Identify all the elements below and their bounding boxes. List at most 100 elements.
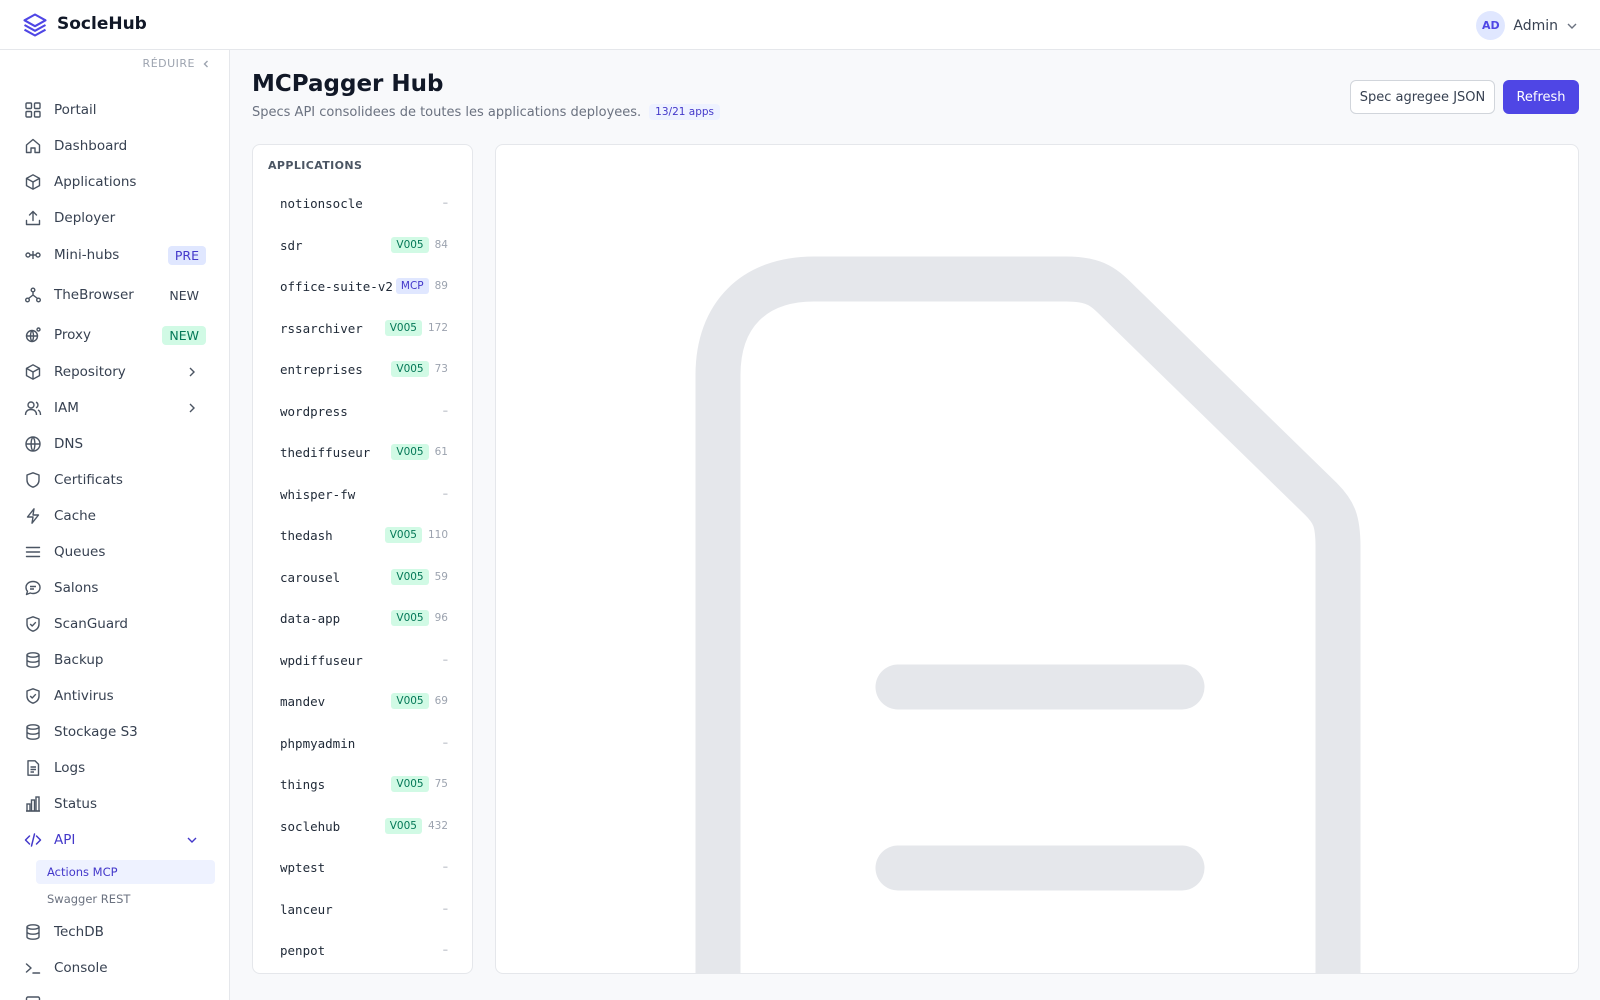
application-row[interactable]: rssarchiver V005 172 [280, 317, 448, 339]
sidebar-item-applications[interactable]: Applications [24, 170, 206, 194]
endpoint-count: – [442, 488, 448, 500]
endpoint-count: 432 [427, 820, 448, 832]
application-row[interactable]: thediffuseur V005 61 [280, 441, 448, 463]
brand-name[interactable]: SocleHub [57, 14, 147, 34]
sidebar-item-deployer[interactable]: Deployer [24, 206, 206, 230]
version-badge: V005 [391, 361, 429, 377]
proxy-icon [25, 327, 41, 343]
sidebar-item-label: Certificats [54, 472, 123, 488]
application-row[interactable]: sdr V005 84 [280, 234, 448, 256]
sidebar-item-console[interactable]: Console [24, 956, 206, 980]
sidebar-item-label: Portail [54, 102, 97, 118]
sidebar-item-repository[interactable]: Repository [24, 360, 206, 384]
application-meta: – [443, 861, 448, 873]
sidebar-item-label: TechDB [54, 924, 104, 940]
application-meta: V005 73 [391, 361, 448, 377]
application-row[interactable]: wordpress – [280, 400, 448, 422]
sidebar-item-api[interactable]: API [24, 828, 206, 852]
collapse-sidebar-button[interactable]: RÉDUIRE [143, 57, 211, 70]
refresh-button[interactable]: Refresh [1503, 80, 1579, 114]
cube-icon [25, 174, 41, 190]
application-row[interactable]: carousel V005 59 [280, 566, 448, 588]
application-row[interactable]: phpmyadmin – [280, 732, 448, 754]
user-menu[interactable]: AD Admin [1476, 11, 1578, 40]
sidebar-item-label: Stockage S3 [54, 724, 138, 740]
application-name: soclehub [280, 818, 341, 834]
application-row[interactable]: things V005 75 [280, 773, 448, 795]
applications-heading: APPLICATIONS [268, 159, 363, 172]
application-name: carousel [280, 569, 341, 585]
application-row[interactable]: soclehub V005 432 [280, 815, 448, 837]
sidebar-item-queues[interactable]: Queues [24, 540, 206, 564]
sidebar-subitem-actions-mcp[interactable]: Actions MCP [36, 860, 215, 884]
sidebar-item-stockage-s3[interactable]: Stockage S3 [24, 720, 206, 744]
spec-json-button[interactable]: Spec agregee JSON [1350, 80, 1495, 114]
application-name: entreprises [280, 361, 363, 377]
sidebar-item-label: Repository [54, 364, 126, 380]
page-subtitle-text: Specs API consolidees de toutes les appl… [252, 104, 642, 120]
apps-count-badge: 13/21 apps [649, 104, 721, 120]
application-row[interactable]: wptest – [280, 856, 448, 878]
application-row[interactable]: data-app V005 96 [280, 607, 448, 629]
sidebar-item-techdb[interactable]: TechDB [24, 920, 206, 944]
sidebar-item-label: Cache [54, 508, 96, 524]
sidebar-item-label: Queues [54, 544, 106, 560]
page-subtitle: Specs API consolidees de toutes les appl… [252, 104, 721, 120]
sidebar-item-label: Dashboard [54, 138, 128, 154]
sidebar-item-cache[interactable]: Cache [24, 504, 206, 528]
globe-icon [25, 436, 41, 452]
sidebar-item-mini-hubs[interactable]: Mini-hubs PRE [24, 243, 206, 267]
chat-icon [25, 580, 41, 596]
application-row[interactable]: entreprises V005 73 [280, 358, 448, 380]
application-name: mandev [280, 693, 326, 709]
sidebar-item-salons[interactable]: Salons [24, 576, 206, 600]
sidebar-item-thebrowser[interactable]: TheBrowser NEW [24, 283, 206, 307]
sidebar-item-certificats[interactable]: Certificats [24, 468, 206, 492]
application-row[interactable]: penpot – [280, 939, 448, 961]
endpoint-count: – [442, 861, 448, 873]
sidebar-item-scanguard[interactable]: ScanGuard [24, 612, 206, 636]
sidebar-item-dashboard[interactable]: Dashboard [24, 134, 206, 158]
application-meta: V005 110 [384, 527, 448, 543]
sidebar-item-portail[interactable]: Portail [24, 98, 206, 122]
sidebar-item-dns[interactable]: DNS [24, 432, 206, 456]
sidebar-item-label: API [54, 832, 76, 848]
version-badge: V005 [391, 610, 429, 626]
endpoint-count: – [442, 405, 448, 417]
chevron-left-icon [203, 60, 208, 67]
sidebar-item-label: Antivirus [54, 688, 114, 704]
sidebar-item-status[interactable]: Status [24, 792, 206, 816]
endpoint-count: 73 [434, 363, 448, 375]
application-row[interactable]: whisper-fw – [280, 483, 448, 505]
stack-logo-icon[interactable] [21, 11, 49, 39]
application-meta: – [443, 488, 448, 500]
sidebar-item-antivirus[interactable]: Antivirus [24, 684, 206, 708]
sidebar-item-label: Mini-hubs [54, 247, 120, 263]
sidebar-item-label: Status [54, 796, 98, 812]
shield-icon [26, 472, 40, 488]
endpoint-count: – [442, 654, 448, 666]
application-row[interactable]: mandev V005 69 [280, 690, 448, 712]
upload-icon [25, 210, 41, 226]
application-name: office-suite-v2 [280, 278, 393, 294]
application-row[interactable]: lanceur – [280, 898, 448, 920]
application-name: lanceur [280, 901, 333, 917]
sidebar-item-iam[interactable]: IAM [24, 396, 206, 420]
application-row[interactable]: notionsocle – [280, 192, 448, 214]
application-row[interactable]: office-suite-v2 MCP 89 [280, 275, 448, 297]
box-icon [25, 996, 41, 1000]
home-icon [25, 138, 41, 154]
sidebar-item-partial[interactable] [24, 990, 206, 1000]
application-row[interactable]: wpdiffuseur – [280, 649, 448, 671]
top-bar: SocleHub AD Admin [0, 0, 1600, 50]
database-icon [26, 924, 40, 940]
sidebar-item-backup[interactable]: Backup [24, 648, 206, 672]
mcp-badge: MCP [395, 278, 429, 294]
sidebar-item-proxy[interactable]: Proxy NEW [24, 323, 206, 347]
sidebar-item-logs[interactable]: Logs [24, 756, 206, 780]
application-meta: – [443, 944, 448, 956]
application-row[interactable]: thedash V005 110 [280, 524, 448, 546]
endpoint-count: – [442, 944, 448, 956]
sidebar-subitem-swagger-rest[interactable]: Swagger REST [36, 887, 215, 911]
application-meta: V005 172 [384, 320, 448, 336]
